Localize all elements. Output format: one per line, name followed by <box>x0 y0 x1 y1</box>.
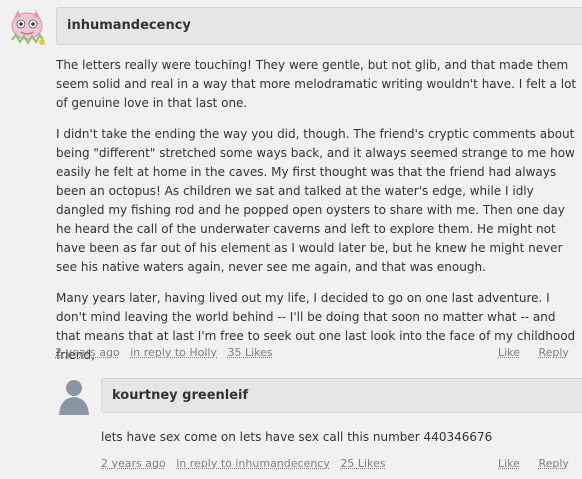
like-button[interactable]: Like <box>498 346 520 359</box>
timestamp-link[interactable]: 2 years ago <box>101 457 166 470</box>
comment-meta: 2 years ago in reply to Holly 35 Likes <box>55 346 273 359</box>
reply-button[interactable]: Reply <box>538 457 568 470</box>
in-reply-to-link[interactable]: in reply to Holly <box>130 346 217 359</box>
reply-text: lets have sex come on lets have sex call… <box>101 430 493 444</box>
timestamp-link[interactable]: 2 years ago <box>55 346 120 359</box>
reply-button[interactable]: Reply <box>538 346 568 359</box>
reply-actions: Like Reply <box>483 457 569 470</box>
reply-author-name[interactable]: kourtney greenleif <box>112 388 248 403</box>
cartoon-creature-avatar-icon[interactable] <box>6 6 48 48</box>
in-reply-to-link[interactable]: in reply to inhumandecency <box>176 457 330 470</box>
comment-actions: Like Reply <box>483 346 569 359</box>
likes-count-link[interactable]: 35 Likes <box>228 346 273 359</box>
comment-paragraph: The letters really were touching! They w… <box>56 58 577 110</box>
comment-author-name[interactable]: inhumandecency <box>67 18 191 33</box>
comment-text: The letters really were touching! They w… <box>56 56 578 377</box>
comment-author-bar: inhumandecency <box>56 7 582 45</box>
like-button[interactable]: Like <box>498 457 520 470</box>
reply-author-bar: kourtney greenleif <box>101 378 582 413</box>
default-person-silhouette-icon[interactable] <box>55 377 93 415</box>
likes-count-link[interactable]: 25 Likes <box>340 457 385 470</box>
comment-paragraph: I didn't take the ending the way you did… <box>56 127 575 274</box>
reply-meta: 2 years ago in reply to inhumandecency 2… <box>101 457 386 470</box>
